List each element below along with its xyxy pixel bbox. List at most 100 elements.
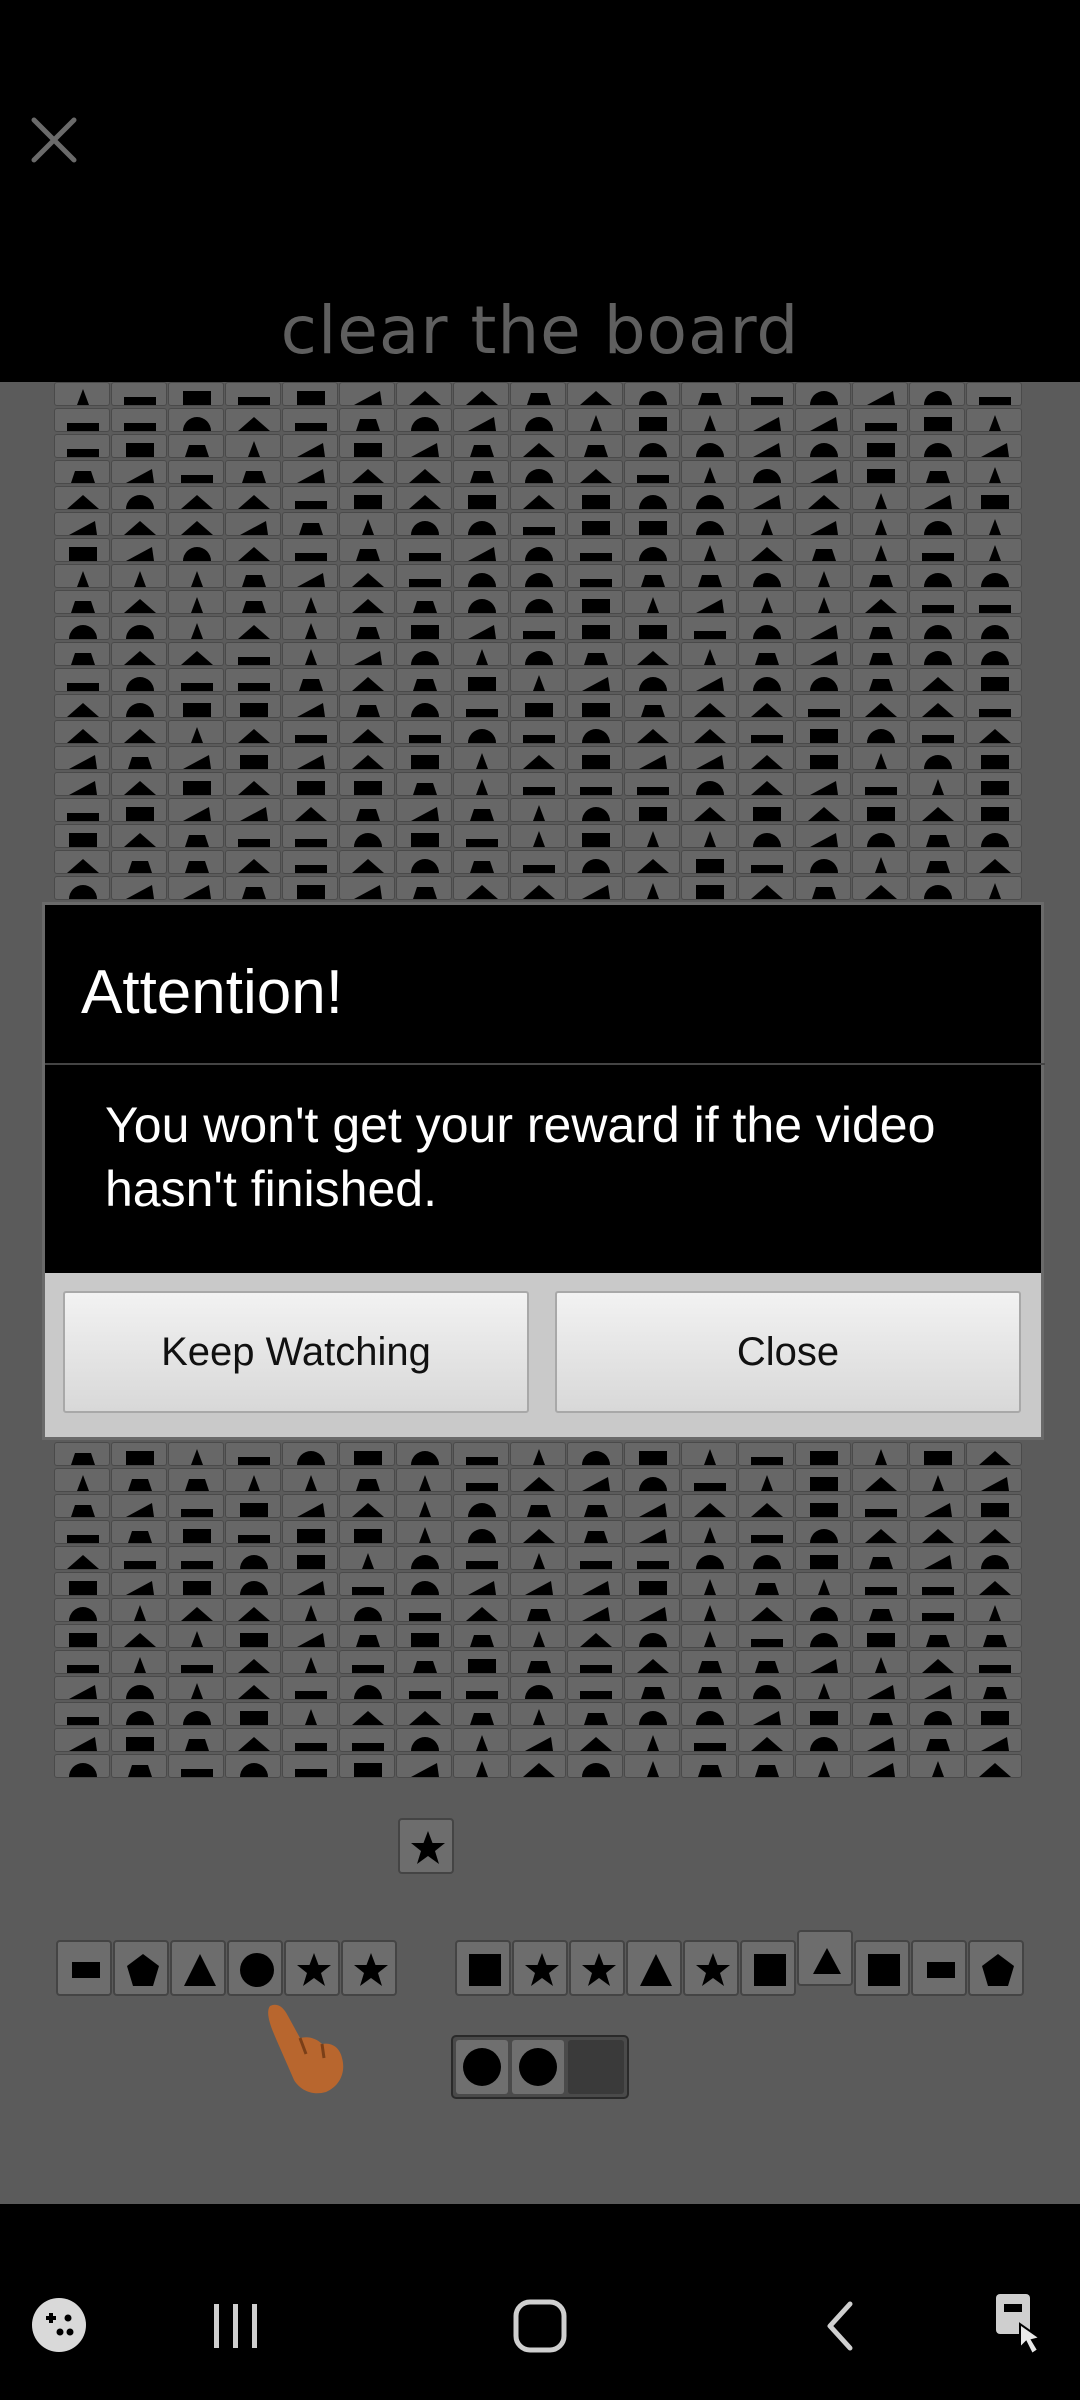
board-tile <box>909 1442 965 1466</box>
board-tile <box>624 486 680 510</box>
board-tile <box>225 1702 281 1726</box>
board-tile <box>396 1572 452 1596</box>
bottom-slot-square[interactable] <box>740 1940 796 1996</box>
board-tile <box>852 1572 908 1596</box>
board-tile <box>510 408 566 432</box>
board-tile <box>225 850 281 874</box>
board-tile <box>624 746 680 770</box>
bottom-slot-triangle-raised[interactable] <box>797 1930 853 1986</box>
recent-apps-icon[interactable] <box>208 2300 264 2352</box>
game-launcher-icon[interactable] <box>30 2296 88 2354</box>
board-tile <box>681 798 737 822</box>
board-tile <box>54 746 110 770</box>
board-tile <box>738 798 794 822</box>
board-tile <box>168 1728 224 1752</box>
board-tile <box>795 1676 851 1700</box>
board-tile <box>624 1598 680 1622</box>
bottom-slot-pentagon[interactable] <box>113 1940 169 1996</box>
bottom-slot-star[interactable] <box>512 1940 568 1996</box>
board-tile <box>738 1546 794 1570</box>
board-tile <box>681 1702 737 1726</box>
board-tile <box>852 1468 908 1492</box>
board-tile <box>282 564 338 588</box>
bottom-slot-triangle[interactable] <box>626 1940 682 1996</box>
accessibility-icon[interactable] <box>990 2290 1050 2358</box>
board-tile <box>567 1676 623 1700</box>
board-tile <box>909 1702 965 1726</box>
board-tile <box>567 1442 623 1466</box>
board-tile <box>510 1676 566 1700</box>
board-tile <box>966 590 1022 614</box>
board-tile <box>453 434 509 458</box>
bottom-slot-star[interactable] <box>569 1940 625 1996</box>
board-tile <box>567 1494 623 1518</box>
board-tile <box>909 1572 965 1596</box>
bottom-slot-square[interactable] <box>455 1940 511 1996</box>
home-icon[interactable] <box>512 2298 568 2354</box>
attention-dialog: Attention! You won't get your reward if … <box>42 902 1045 1440</box>
board-tile <box>168 1650 224 1674</box>
board-tile <box>852 408 908 432</box>
bottom-slot-square[interactable] <box>854 1940 910 1996</box>
board-tile <box>396 1728 452 1752</box>
board-tile <box>510 382 566 406</box>
board-tile <box>282 876 338 900</box>
board-tile <box>510 434 566 458</box>
board-tile <box>168 486 224 510</box>
board-tile <box>168 1494 224 1518</box>
board-tile <box>510 1650 566 1674</box>
bottom-slot-pentagon[interactable] <box>968 1940 1024 1996</box>
close-button[interactable]: Close <box>555 1291 1021 1413</box>
board-tile <box>852 1598 908 1622</box>
bottom-slot-rect[interactable] <box>56 1940 112 1996</box>
board-tile <box>681 746 737 770</box>
board-tile <box>567 382 623 406</box>
board-tile <box>738 616 794 640</box>
board-tile <box>852 486 908 510</box>
board-tile <box>54 850 110 874</box>
bottom-slot-triangle[interactable] <box>170 1940 226 1996</box>
board-tile <box>966 850 1022 874</box>
dialog-button-bar: Keep Watching Close <box>45 1273 1041 1437</box>
board-tile <box>282 694 338 718</box>
board-tile <box>225 1728 281 1752</box>
board-tile <box>225 1624 281 1648</box>
board-tile <box>168 1546 224 1570</box>
board-tile <box>852 1442 908 1466</box>
bottom-slot-star[interactable] <box>284 1940 340 1996</box>
board-tile <box>624 668 680 692</box>
board-tile <box>225 486 281 510</box>
board-tile <box>510 590 566 614</box>
board-tile <box>225 434 281 458</box>
board-tile <box>795 850 851 874</box>
board-tile <box>624 616 680 640</box>
board-tile <box>282 538 338 562</box>
board-tile <box>339 1572 395 1596</box>
board-tile <box>168 772 224 796</box>
board-tile <box>681 382 737 406</box>
ad-top-bar: clear the board <box>0 0 1080 382</box>
board-tile <box>738 642 794 666</box>
board-tile <box>339 564 395 588</box>
bottom-slot-rect[interactable] <box>911 1940 967 1996</box>
board-tile <box>168 824 224 848</box>
board-tile <box>510 1624 566 1648</box>
board-tile <box>111 460 167 484</box>
board-tile <box>966 1754 1022 1778</box>
board-tile <box>738 746 794 770</box>
board-tile <box>909 772 965 796</box>
board-tile <box>681 486 737 510</box>
board-tile <box>396 850 452 874</box>
back-icon[interactable] <box>820 2298 860 2354</box>
board-tile <box>567 1572 623 1596</box>
keep-watching-button[interactable]: Keep Watching <box>63 1291 529 1413</box>
bottom-slot-circle[interactable] <box>227 1940 283 1996</box>
close-icon[interactable] <box>26 112 82 168</box>
board-tile <box>567 1468 623 1492</box>
board-tile <box>624 1520 680 1544</box>
bottom-slot-star[interactable] <box>683 1940 739 1996</box>
board-tile <box>282 668 338 692</box>
board-tile <box>852 1676 908 1700</box>
bottom-slot-star[interactable] <box>341 1940 397 1996</box>
raised-star-tile[interactable] <box>398 1818 454 1874</box>
